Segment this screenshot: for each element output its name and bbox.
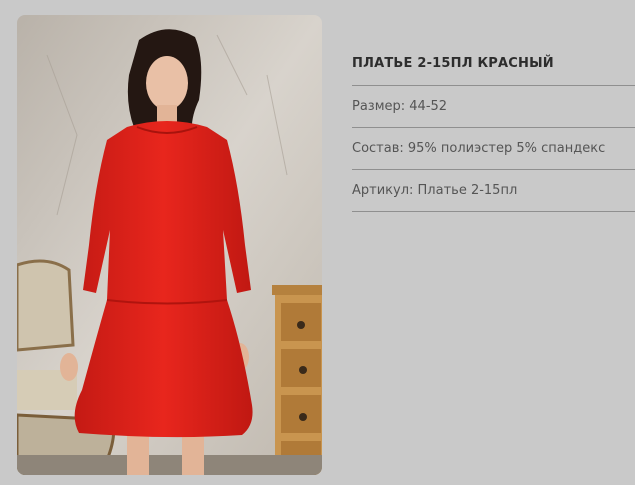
product-image xyxy=(17,15,322,475)
article-row: Артикул: Платье 2-15пл xyxy=(352,170,635,212)
composition-row: Состав: 95% полиэстер 5% спандекс xyxy=(352,128,635,170)
product-photo[interactable] xyxy=(17,15,322,475)
dresser-decoration xyxy=(272,285,322,475)
product-title: ПЛАТЬЕ 2-15ПЛ КРАСНЫЙ xyxy=(352,43,635,86)
product-info: ПЛАТЬЕ 2-15ПЛ КРАСНЫЙ Размер: 44-52 Сост… xyxy=(352,43,635,212)
size-row: Размер: 44-52 xyxy=(352,86,635,128)
